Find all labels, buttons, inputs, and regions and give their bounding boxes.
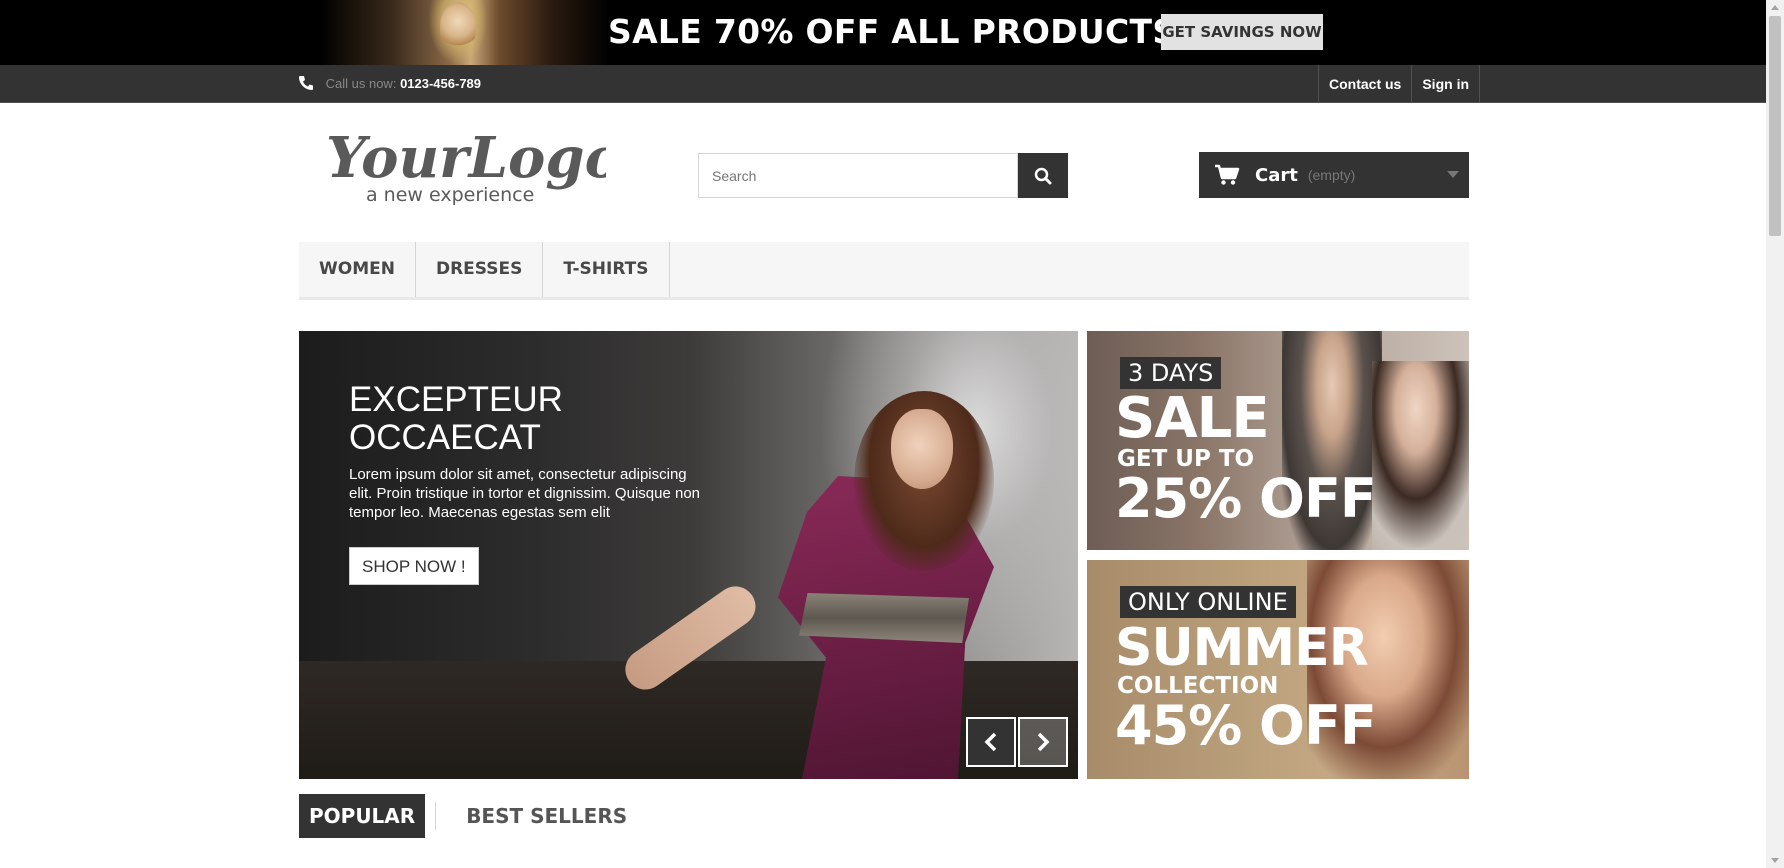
- cart-state: (empty): [1307, 167, 1356, 183]
- promo-title: SALE 70% OFF ALL PRODUCTS: [608, 12, 1177, 51]
- banner-summer[interactable]: ONLY ONLINE SUMMER COLLECTION 45% OFF: [1087, 560, 1469, 779]
- scroll-down-icon[interactable]: [1771, 858, 1779, 863]
- contact-us-link[interactable]: Contact us: [1319, 65, 1413, 103]
- sign-in-link[interactable]: Sign in: [1412, 65, 1481, 103]
- phone-number: 0123-456-789: [400, 76, 482, 91]
- slide-title: EXCEPTEUR OCCAECAT: [349, 380, 563, 457]
- banner-tag: ONLY ONLINE: [1120, 586, 1296, 618]
- chevron-right-icon: [1037, 732, 1050, 752]
- home-slider[interactable]: EXCEPTEUR OCCAECAT Lorem ipsum dolor sit…: [299, 331, 1078, 779]
- search-form: [698, 153, 1068, 198]
- banner-headline: SALE: [1115, 386, 1270, 451]
- search-button[interactable]: [1018, 153, 1068, 198]
- slider-prev-button[interactable]: [966, 717, 1016, 767]
- banner-tag: 3 DAYS: [1120, 357, 1222, 389]
- cart-icon: [1215, 164, 1240, 185]
- product-tabs: POPULAR BEST SELLERS: [299, 794, 637, 838]
- scroll-up-icon[interactable]: [1771, 5, 1779, 10]
- cart-label: Cart: [1255, 164, 1298, 186]
- tab-popular[interactable]: POPULAR: [299, 794, 426, 838]
- shop-now-button[interactable]: SHOP NOW !: [349, 547, 479, 585]
- banner-headline: SUMMER: [1115, 618, 1369, 678]
- slider-next-button[interactable]: [1018, 717, 1068, 767]
- call-label: Call us now:: [325, 76, 397, 91]
- promo-banner[interactable]: SALE 70% OFF ALL PRODUCTS GET SAVINGS NO…: [0, 0, 1766, 65]
- top-nav-bar: Call us now: 0123-456-789 Contact us Sig…: [0, 65, 1766, 103]
- chevron-down-icon: [1447, 171, 1459, 178]
- promo-model-image: [320, 0, 610, 65]
- main-menu: WOMEN DRESSES T-SHIRTS: [299, 242, 1469, 300]
- top-links: Contact us Sign in: [1318, 65, 1481, 103]
- chevron-left-icon: [984, 732, 997, 752]
- banner-discount: 45% OFF: [1115, 694, 1377, 757]
- menu-item-dresses[interactable]: DRESSES: [416, 242, 544, 297]
- menu-item-women[interactable]: WOMEN: [299, 242, 416, 297]
- slider-controls: [966, 717, 1068, 767]
- cart-button[interactable]: Cart (empty): [1199, 152, 1469, 198]
- site-logo[interactable]: YourLogo a new experience: [326, 125, 606, 210]
- search-input[interactable]: [698, 153, 1018, 198]
- call-us: Call us now: 0123-456-789: [298, 65, 481, 103]
- menu-item-t-shirts[interactable]: T-SHIRTS: [543, 242, 670, 297]
- logo-text: YourLogo: [326, 125, 606, 191]
- tab-best-sellers[interactable]: BEST SELLERS: [456, 794, 637, 838]
- slide-caption: EXCEPTEUR OCCAECAT Lorem ipsum dolor sit…: [349, 381, 709, 585]
- page-scrollbar[interactable]: [1766, 0, 1784, 868]
- get-savings-button[interactable]: GET SAVINGS NOW: [1161, 14, 1323, 50]
- phone-icon: [299, 76, 313, 90]
- banner-sale[interactable]: 3 DAYS SALE GET UP TO 25% OFF: [1087, 331, 1469, 550]
- slide-description: Lorem ipsum dolor sit amet, consectetur …: [349, 466, 700, 521]
- logo-tagline: a new experience: [366, 184, 534, 206]
- banner-discount: 25% OFF: [1115, 467, 1377, 530]
- scrollbar-thumb[interactable]: [1769, 16, 1781, 236]
- search-icon: [1034, 167, 1052, 184]
